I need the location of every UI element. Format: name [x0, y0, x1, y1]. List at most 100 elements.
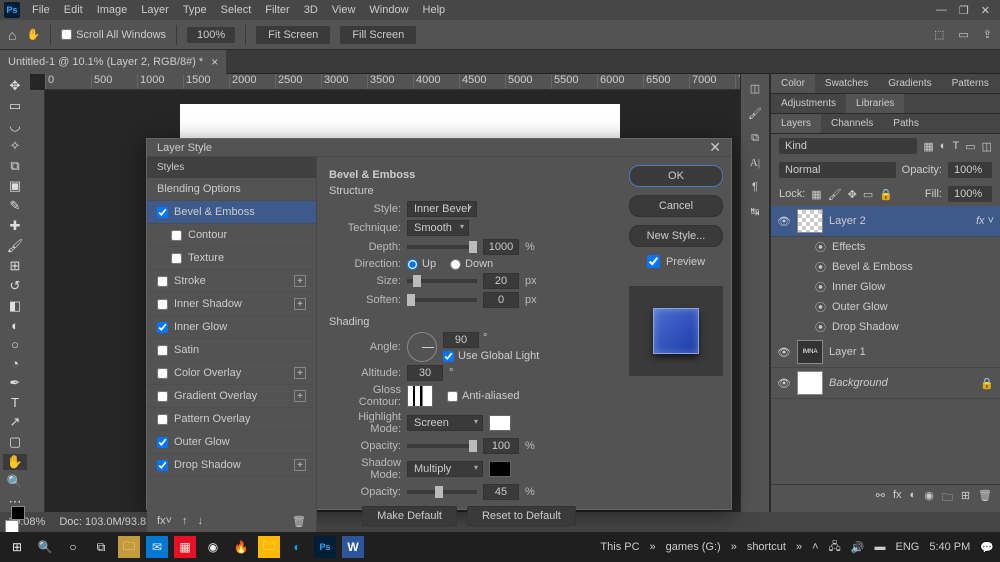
shadow-mode-dropdown[interactable]: Multiply [407, 461, 483, 477]
home-icon[interactable]: ⌂ [8, 27, 16, 43]
brush-panel-icon[interactable]: 🖌 [748, 107, 762, 120]
visibility-icon[interactable]: 👁 [777, 377, 791, 390]
visibility-icon[interactable]: 👁 [777, 346, 791, 359]
styles-header[interactable]: Styles [147, 157, 316, 178]
brush-tool-icon[interactable]: 🖌 [3, 238, 27, 254]
effect-item[interactable]: ⦿Drop Shadow [771, 317, 1000, 337]
filter-type-icon[interactable]: T [952, 140, 959, 152]
pattern-overlay-item[interactable]: Pattern Overlay [147, 408, 316, 431]
search-icon[interactable]: ⬚ [934, 28, 944, 41]
menu-help[interactable]: Help [417, 2, 452, 18]
tab-color[interactable]: Color [771, 74, 815, 93]
marquee-tool-icon[interactable]: ▭ [3, 98, 27, 114]
bevel-emboss-item[interactable]: Bevel & Emboss [147, 201, 316, 224]
frame-tool-icon[interactable]: ▣ [3, 178, 27, 194]
character-panel-icon[interactable]: A| [750, 157, 760, 169]
visibility-icon[interactable]: 👁 [777, 215, 791, 228]
pen-tool-icon[interactable]: ✒ [3, 375, 27, 391]
glyph-panel-icon[interactable]: ↹ [750, 205, 759, 218]
stamp-tool-icon[interactable]: ⊞ [3, 258, 27, 274]
scroll-all-checkbox[interactable]: Scroll All Windows [61, 29, 166, 41]
history-panel-icon[interactable]: ⧉ [751, 132, 759, 145]
chrome-icon[interactable]: ◉ [202, 536, 224, 558]
inner-glow-item[interactable]: Inner Glow [147, 316, 316, 339]
workspace-icon[interactable]: ▭ [958, 28, 968, 41]
tab-swatches[interactable]: Swatches [815, 74, 878, 93]
opacity-value[interactable]: 100% [948, 162, 992, 178]
size-value[interactable]: 20 [483, 273, 519, 289]
stroke-item[interactable]: Stroke+ [147, 270, 316, 293]
tab-layers[interactable]: Layers [771, 114, 821, 133]
tray-shortcut[interactable]: shortcut [747, 541, 786, 553]
move-down-icon[interactable]: ↓ [197, 515, 203, 528]
technique-dropdown[interactable]: Smooth [407, 220, 469, 236]
dialog-titlebar[interactable]: Layer Style ✕ [147, 139, 731, 157]
blending-options-item[interactable]: Blending Options [147, 178, 316, 201]
highlight-mode-dropdown[interactable]: Screen [407, 415, 483, 431]
menu-3d[interactable]: 3D [298, 2, 324, 18]
highlight-opacity-value[interactable]: 100 [483, 438, 519, 454]
color-overlay-item[interactable]: Color Overlay+ [147, 362, 316, 385]
drop-shadow-item[interactable]: Drop Shadow+ [147, 454, 316, 477]
network-icon[interactable]: 🖧 [829, 538, 841, 557]
dialog-close-icon[interactable]: ✕ [709, 139, 721, 156]
app-icon[interactable]: ▦ [174, 536, 196, 558]
new-group-icon[interactable]: 🗀 [942, 489, 953, 508]
tray-games[interactable]: games (G:) [666, 541, 721, 553]
new-fill-icon[interactable]: ◉ [924, 489, 934, 508]
filter-shape-icon[interactable]: ▭ [965, 140, 975, 153]
tab-channels[interactable]: Channels [821, 114, 883, 133]
tab-patterns[interactable]: Patterns [942, 74, 999, 93]
lock-move-icon[interactable]: ✥ [848, 188, 857, 201]
cancel-button[interactable]: Cancel [629, 195, 723, 217]
zoom-value[interactable]: 100% [187, 27, 235, 43]
edge-icon[interactable]: ◐ [286, 536, 308, 558]
fx-badge[interactable]: fx ˅ [976, 215, 994, 227]
inner-shadow-item[interactable]: Inner Shadow+ [147, 293, 316, 316]
layer-thumbnail[interactable]: IMNA [797, 340, 823, 364]
layer-row[interactable]: 👁 IMNA Layer 1 [771, 337, 1000, 368]
effects-header[interactable]: ⦿Effects [771, 237, 1000, 257]
menu-filter[interactable]: Filter [259, 2, 295, 18]
tab-gradients[interactable]: Gradients [878, 74, 941, 93]
angle-value[interactable]: 90 [443, 332, 479, 348]
move-tool-icon[interactable]: ✥ [3, 78, 27, 94]
language-indicator[interactable]: ENG [895, 541, 919, 553]
menu-type[interactable]: Type [177, 2, 213, 18]
highlight-opacity-slider[interactable] [407, 444, 477, 448]
reset-default-button[interactable]: Reset to Default [467, 506, 576, 526]
menu-layer[interactable]: Layer [135, 2, 175, 18]
menu-edit[interactable]: Edit [58, 2, 89, 18]
delete-layer-icon[interactable]: 🗑 [978, 489, 992, 508]
lasso-tool-icon[interactable]: ◡ [3, 118, 27, 134]
shape-tool-icon[interactable]: ▢ [3, 434, 27, 450]
soften-slider[interactable] [407, 298, 477, 302]
tray-thispc[interactable]: This PC [600, 541, 639, 553]
move-up-icon[interactable]: ↑ [182, 515, 188, 528]
style-dropdown[interactable]: Inner Bevel [407, 201, 477, 217]
effect-item[interactable]: ⦿Bevel & Emboss [771, 257, 1000, 277]
firefox-icon[interactable]: 🔥 [230, 536, 252, 558]
share-icon[interactable]: ⇪ [983, 28, 992, 41]
global-light-checkbox[interactable]: Use Global Light [443, 350, 539, 362]
gradient-overlay-item[interactable]: Gradient Overlay+ [147, 385, 316, 408]
chevron-icon[interactable]: » [731, 541, 737, 553]
effect-item[interactable]: ⦿Inner Glow [771, 277, 1000, 297]
mail-icon[interactable]: ✉ [146, 536, 168, 558]
layer-row[interactable]: 👁 Layer 2 fx ˅ [771, 206, 1000, 237]
fill-screen-button[interactable]: Fill Screen [340, 26, 416, 44]
taskview-icon[interactable]: ⧉ [90, 536, 112, 558]
hand-tool-icon[interactable]: ✋ [3, 454, 27, 470]
direction-up-radio[interactable]: Up [407, 258, 436, 270]
fx-menu-icon[interactable]: fx˅ [157, 515, 172, 528]
layer-mask-icon[interactable]: ◐ [910, 489, 917, 508]
delete-style-icon[interactable]: 🗑 [292, 515, 306, 528]
restore-icon[interactable]: ❐ [959, 4, 969, 17]
lock-artboard-icon[interactable]: ▭ [863, 188, 873, 201]
eraser-tool-icon[interactable]: ◧ [3, 298, 27, 314]
start-button[interactable]: ⊞ [6, 536, 28, 558]
gradient-tool-icon[interactable]: ◐ [3, 318, 27, 333]
panel-icon[interactable]: ◫ [750, 82, 760, 95]
soften-value[interactable]: 0 [483, 292, 519, 308]
cortana-icon[interactable]: ○ [62, 536, 84, 558]
